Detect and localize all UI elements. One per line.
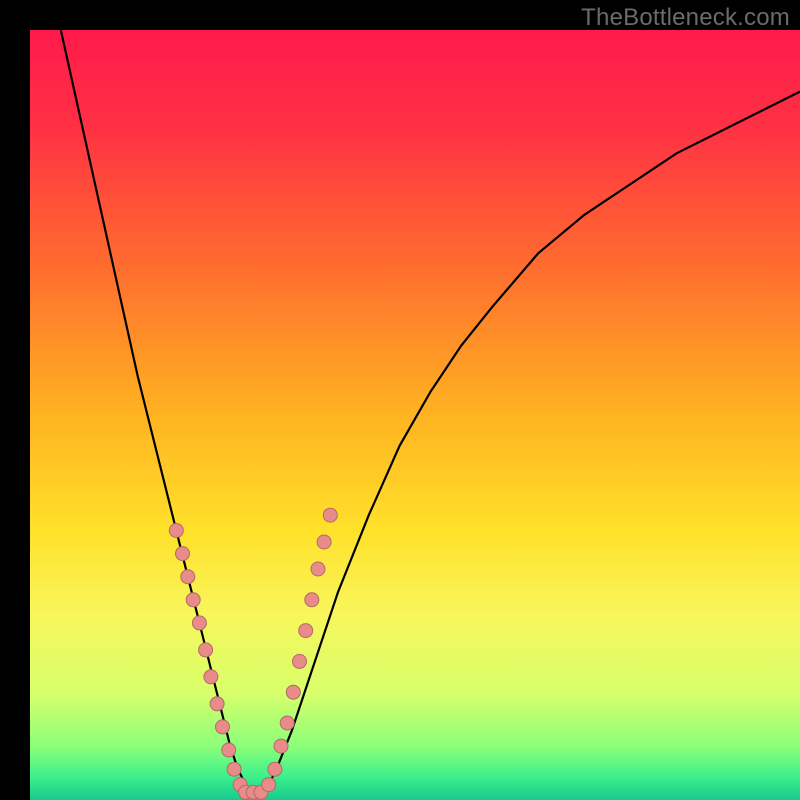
component-dot (192, 616, 206, 630)
component-dot (222, 743, 236, 757)
watermark-text: TheBottleneck.com (581, 4, 790, 32)
component-dot (299, 624, 313, 638)
component-dot (268, 762, 282, 776)
component-dot (216, 720, 230, 734)
component-dot (210, 697, 224, 711)
component-dot (169, 524, 183, 538)
component-dot (311, 562, 325, 576)
bottleneck-chart (30, 30, 800, 800)
component-dot (186, 593, 200, 607)
component-dot (323, 508, 337, 522)
component-dot (286, 685, 300, 699)
component-dot (293, 654, 307, 668)
component-dot (227, 762, 241, 776)
component-dot (280, 716, 294, 730)
component-dot (204, 670, 218, 684)
component-dot (262, 778, 276, 792)
component-dot (199, 643, 213, 657)
gradient-background (30, 30, 800, 800)
component-dot (305, 593, 319, 607)
component-dot (317, 535, 331, 549)
component-dot (274, 739, 288, 753)
component-dot (181, 570, 195, 584)
component-dot (176, 547, 190, 561)
